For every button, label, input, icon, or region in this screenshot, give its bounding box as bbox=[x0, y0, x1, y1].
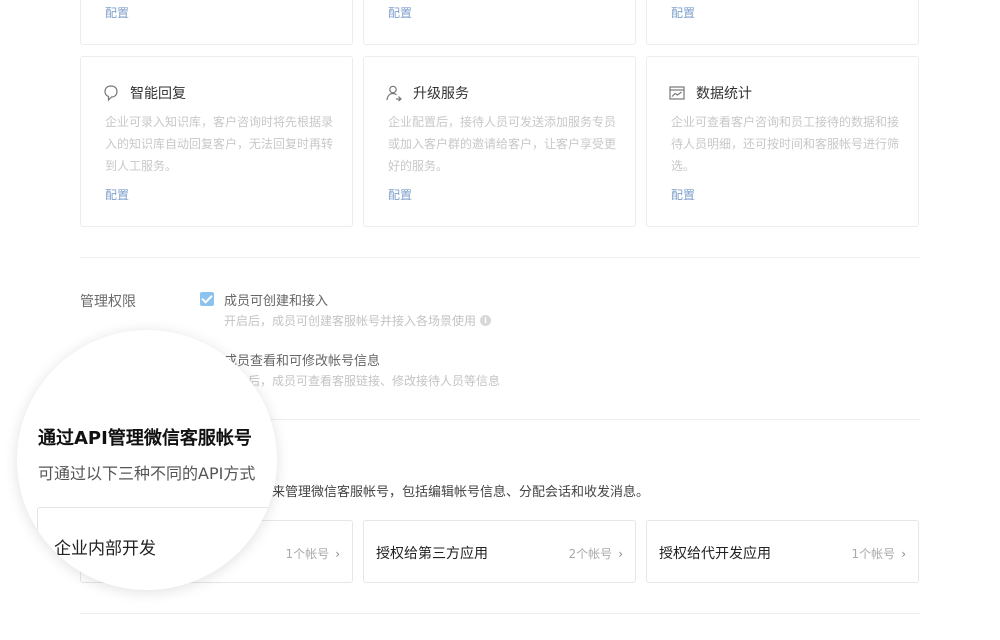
option-desc: 开启后，成员可查看客服链接、修改接待人员等信息 bbox=[224, 372, 500, 389]
card-desc: 企业可录入知识库，客户咨询时将先根据录入的知识库自动回复客户，无法回复时再转到人… bbox=[105, 115, 334, 173]
top-card-3: 配置 bbox=[646, 0, 919, 45]
config-link[interactable]: 配置 bbox=[671, 4, 695, 21]
api-card-proxy-dev[interactable]: 授权给代开发应用 1个帐号 › bbox=[646, 520, 919, 583]
chart-icon bbox=[669, 86, 685, 100]
option-desc-text: 开启后，成员可查看客服链接、修改接待人员等信息 bbox=[224, 374, 501, 388]
card-title-text: 数据统计 bbox=[696, 86, 752, 102]
config-link[interactable]: 配置 bbox=[105, 186, 129, 203]
config-link[interactable]: 配置 bbox=[105, 4, 129, 21]
checkbox-create-access[interactable] bbox=[200, 292, 214, 306]
api-card-count-text: 2个帐号 bbox=[568, 547, 613, 561]
api-card-count-text: 1个帐号 bbox=[285, 547, 330, 561]
chevron-right-icon: › bbox=[335, 546, 340, 561]
option-desc: 开启后，成员可创建客服帐号并接入各场景使用 i bbox=[224, 312, 492, 329]
card-title: 数据统计 bbox=[668, 83, 752, 103]
api-card-count: 1个帐号 › bbox=[852, 545, 906, 562]
chevron-right-icon: › bbox=[901, 546, 906, 561]
api-section-title: 通过API管理微信客服帐号 bbox=[38, 428, 252, 449]
permissions-label: 管理权限 bbox=[80, 294, 136, 310]
card-title: 升级服务 bbox=[385, 83, 469, 103]
chevron-right-icon: › bbox=[618, 546, 623, 561]
api-card-third-party[interactable]: 授权给第三方应用 2个帐号 › bbox=[363, 520, 636, 583]
api-card-count-text: 1个帐号 bbox=[851, 547, 896, 561]
api-card-internal-dev-zoomed[interactable]: 企业内部开发 bbox=[37, 507, 277, 590]
card-title: 智能回复 bbox=[102, 83, 186, 103]
option-title: 成员可创建和接入 bbox=[224, 294, 329, 309]
person-upgrade-icon bbox=[386, 85, 402, 102]
config-link[interactable]: 配置 bbox=[671, 186, 695, 203]
option-desc-text: 开启后，成员可创建客服帐号并接入各场景使用 bbox=[224, 314, 477, 328]
option-title: 成员查看和可修改帐号信息 bbox=[224, 354, 381, 369]
card-title-text: 智能回复 bbox=[130, 86, 186, 102]
divider bbox=[80, 257, 920, 258]
api-card-name: 授权给第三方应用 bbox=[376, 546, 488, 562]
api-card-name: 企业内部开发 bbox=[54, 539, 156, 559]
info-icon[interactable]: i bbox=[480, 315, 492, 326]
card-desc: 企业配置后，接待人员可发送添加服务专员或加入客户群的邀请给客户，让客户享受更好的… bbox=[388, 115, 617, 173]
top-card-1: 配置 bbox=[80, 0, 353, 45]
divider bbox=[80, 613, 920, 614]
api-section-desc: 来管理微信客服帐号，包括编辑帐号信息、分配会话和收发消息。 bbox=[272, 485, 650, 500]
top-card-2: 配置 bbox=[363, 0, 636, 45]
api-section-subtitle: 可通过以下三种不同的API方式 bbox=[38, 464, 256, 483]
api-card-count: 1个帐号 › bbox=[286, 545, 340, 562]
feature-card-upgrade-service: 升级服务 企业配置后，接待人员可发送添加服务专员或加入客户群的邀请给客户，让客户… bbox=[363, 56, 636, 227]
card-desc: 企业可查看客户咨询和员工接待的数据和接待人员明细，还可按时间和客服帐号进行筛选。 bbox=[671, 115, 900, 173]
feature-card-smart-reply: 智能回复 企业可录入知识库，客户咨询时将先根据录入的知识库自动回复客户，无法回复… bbox=[80, 56, 353, 227]
api-card-name: 授权给代开发应用 bbox=[659, 546, 771, 562]
config-link[interactable]: 配置 bbox=[388, 4, 412, 21]
magnifier-lens: 通过API管理微信客服帐号 可通过以下三种不同的API方式 企业内部开发 bbox=[17, 330, 277, 590]
feature-card-data-stats: 数据统计 企业可查看客户咨询和员工接待的数据和接待人员明细，还可按时间和客服帐号… bbox=[646, 56, 919, 227]
config-link[interactable]: 配置 bbox=[388, 186, 412, 203]
chat-bubble-icon bbox=[104, 85, 118, 102]
card-title-text: 升级服务 bbox=[413, 86, 469, 102]
api-card-count: 2个帐号 › bbox=[569, 545, 623, 562]
